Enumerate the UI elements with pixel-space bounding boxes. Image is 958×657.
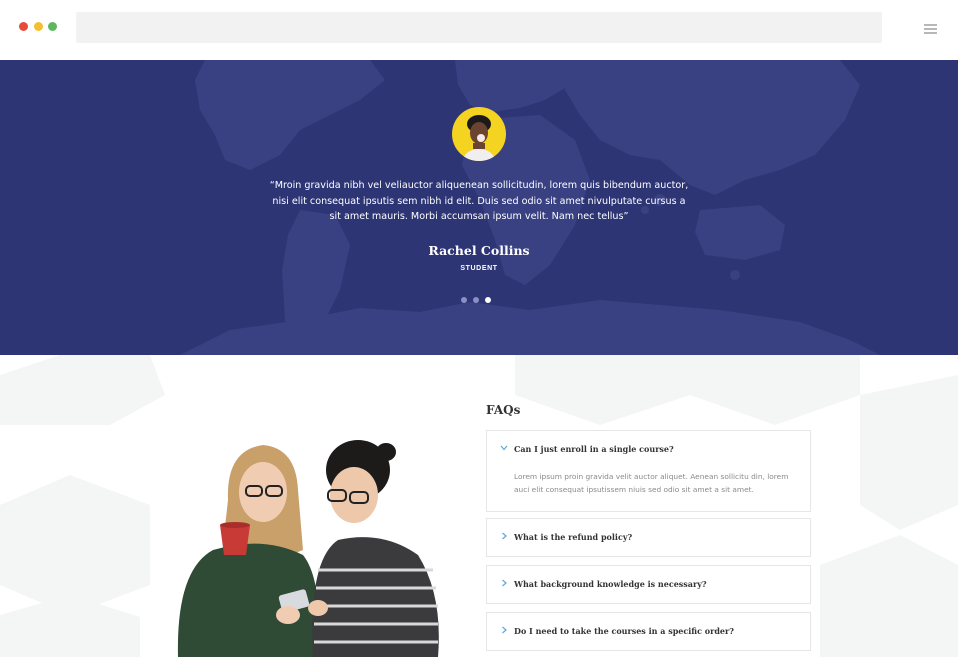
chevron-down-icon	[500, 445, 508, 451]
faq-section: FAQs Can I just enroll in a single cours…	[0, 355, 958, 657]
two-students-image	[177, 440, 439, 657]
faq-item-1[interactable]: Can I just enroll in a single course? Lo…	[486, 430, 811, 512]
faq-item-2[interactable]: What is the refund policy?	[486, 518, 811, 557]
slider-dot-3[interactable]	[485, 297, 491, 303]
hexagon-pattern-background	[0, 355, 958, 657]
window-close-dot[interactable]	[19, 22, 28, 31]
student-portrait	[452, 107, 506, 161]
address-bar[interactable]	[76, 12, 882, 43]
students-photo	[168, 430, 458, 657]
faq-question: Can I just enroll in a single course?	[514, 444, 674, 454]
faq-item-4[interactable]: Do I need to take the courses in a speci…	[486, 612, 811, 651]
faq-question: What background knowledge is necessary?	[514, 579, 707, 589]
faq-answer: Lorem ipsum proin gravida velit auctor a…	[514, 472, 789, 494]
testimonial-name: Rachel Collins	[428, 243, 530, 258]
window-minimize-dot[interactable]	[34, 22, 43, 31]
testimonial-section: “Mroin gravida nibh vel veliauctor aliqu…	[0, 60, 958, 355]
faq-question: What is the refund policy?	[514, 532, 633, 542]
browser-toolbar	[0, 0, 958, 60]
faq-question: Do I need to take the courses in a speci…	[514, 626, 734, 636]
slider-pagination	[461, 297, 491, 303]
chevron-right-icon	[502, 579, 507, 587]
faq-item-3[interactable]: What background knowledge is necessary?	[486, 565, 811, 604]
avatar	[452, 107, 506, 161]
testimonial-quote: “Mroin gravida nibh vel veliauctor aliqu…	[269, 180, 689, 222]
chevron-right-icon	[502, 532, 507, 540]
slider-dot-1[interactable]	[461, 297, 467, 303]
window-maximize-dot[interactable]	[48, 22, 57, 31]
slider-dot-2[interactable]	[473, 297, 479, 303]
hamburger-icon[interactable]	[924, 24, 937, 34]
chevron-right-icon	[502, 626, 507, 634]
faq-title: FAQs	[486, 403, 521, 417]
testimonial-role: STUDENT	[460, 265, 498, 272]
